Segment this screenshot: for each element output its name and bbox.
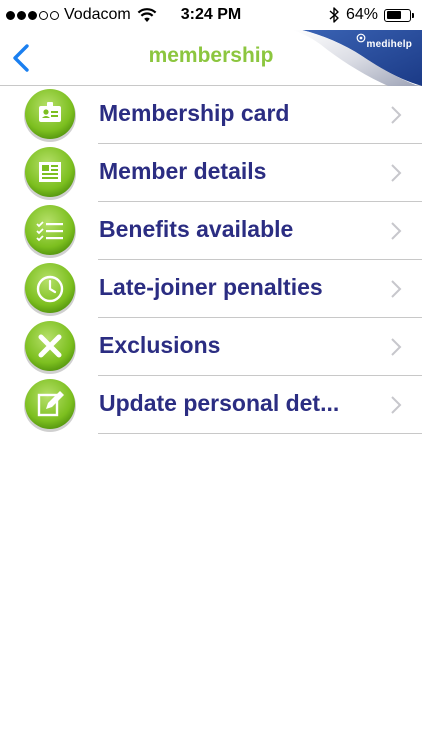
edit-icon bbox=[24, 379, 76, 432]
brand-name: medihelp bbox=[366, 39, 412, 50]
status-right: 64% bbox=[329, 6, 414, 24]
brand-banner: medihelp bbox=[292, 30, 422, 86]
menu-item-late-joiner-penalties[interactable]: Late-joiner penalties bbox=[0, 260, 422, 318]
checklist-icon bbox=[24, 205, 76, 258]
menu-item-label: Exclusions bbox=[99, 332, 221, 358]
menu-item-update-personal-details[interactable]: Update personal det... bbox=[0, 376, 422, 434]
menu-item-label: Late-joiner penalties bbox=[99, 274, 323, 300]
chevron-right-icon bbox=[391, 280, 402, 298]
id-card-icon bbox=[24, 89, 76, 142]
battery-level-fill bbox=[386, 11, 401, 19]
medihelp-logo-icon bbox=[356, 33, 366, 43]
battery-percent: 64% bbox=[345, 6, 378, 23]
menu-item-exclusions[interactable]: Exclusions bbox=[0, 318, 422, 376]
chevron-right-icon bbox=[391, 338, 402, 356]
document-icon bbox=[24, 147, 76, 200]
membership-menu: Membership card Member details Benefits … bbox=[0, 86, 422, 434]
clock-icon bbox=[24, 263, 76, 316]
menu-item-member-details[interactable]: Member details bbox=[0, 144, 422, 202]
menu-item-benefits-available[interactable]: Benefits available bbox=[0, 202, 422, 260]
chevron-right-icon bbox=[391, 396, 402, 414]
menu-item-membership-card[interactable]: Membership card bbox=[0, 86, 422, 144]
navigation-bar: membership medihelp bbox=[0, 30, 422, 86]
menu-item-label: Membership card bbox=[99, 100, 290, 126]
bluetooth-icon bbox=[329, 7, 339, 23]
status-bar: Vodacom 3:24 PM 64% bbox=[0, 0, 422, 30]
chevron-right-icon bbox=[391, 164, 402, 182]
battery-icon bbox=[384, 8, 414, 22]
menu-item-label: Benefits available bbox=[99, 216, 294, 242]
menu-item-label: Update personal det... bbox=[99, 390, 340, 416]
x-icon bbox=[24, 321, 76, 374]
separator bbox=[98, 433, 422, 434]
chevron-right-icon bbox=[391, 222, 402, 240]
menu-item-label: Member details bbox=[99, 158, 267, 184]
chevron-right-icon bbox=[391, 106, 402, 124]
